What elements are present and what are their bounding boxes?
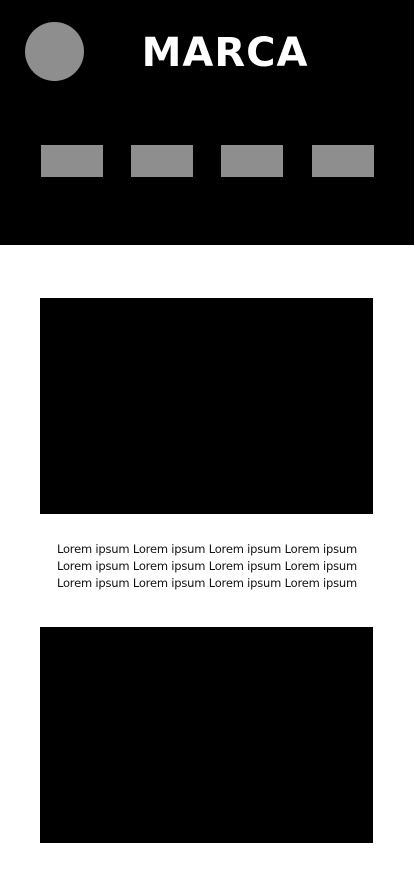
nav-item-2[interactable] — [131, 145, 193, 177]
paragraph-line: Lorem ipsum Lorem ipsum Lorem ipsum Lore… — [56, 559, 358, 573]
logo-circle-icon[interactable] — [25, 22, 84, 81]
paragraph-line: Lorem ipsum Lorem ipsum Lorem ipsum Lore… — [56, 576, 358, 590]
paragraph-line: Lorem ipsum Lorem ipsum Lorem ipsum Lore… — [56, 542, 358, 556]
nav-item-3[interactable] — [221, 145, 283, 177]
body-paragraph: Lorem ipsum Lorem ipsum Lorem ipsum Lore… — [38, 541, 376, 592]
header: MARCA — [0, 0, 414, 245]
brand-title: MARCA — [141, 30, 309, 76]
image-placeholder-2 — [40, 627, 373, 843]
nav-item-4[interactable] — [312, 145, 374, 177]
nav-item-1[interactable] — [41, 145, 103, 177]
image-placeholder-1 — [40, 298, 373, 514]
